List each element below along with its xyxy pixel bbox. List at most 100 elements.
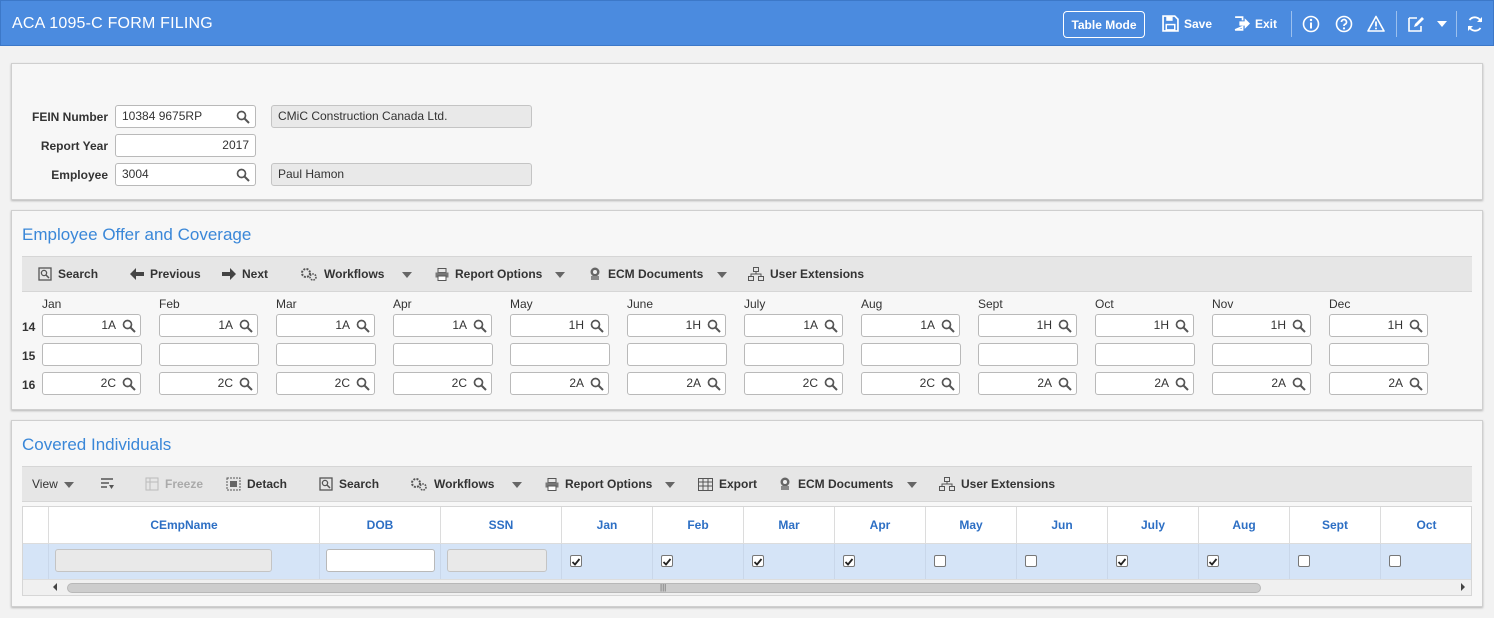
coverage-code-input[interactable]: 2A [510,372,609,395]
ssn-input[interactable] [447,549,547,572]
dob-input[interactable] [326,549,435,572]
horizontal-scrollbar[interactable]: ||| [23,579,1471,595]
coverage-code-input[interactable]: 1H [1329,314,1428,337]
previous-button[interactable]: Previous [130,267,201,281]
lookup-icon[interactable] [122,319,136,333]
covered-report-options-button[interactable]: Report Options [545,477,652,491]
lookup-icon[interactable] [473,377,487,391]
exit-button[interactable]: Exit [1233,15,1277,32]
coverage-code-input[interactable]: 2A [1212,372,1311,395]
lookup-icon[interactable] [941,377,955,391]
column-header[interactable]: July [1108,507,1199,544]
coverage-code-input[interactable]: 2C [159,372,258,395]
lookup-icon[interactable] [1058,377,1072,391]
month-checkbox[interactable] [1116,555,1128,567]
save-button[interactable]: Save [1162,15,1212,32]
coverage-code-input[interactable]: 2A [1095,372,1194,395]
view-menu[interactable]: View [32,477,74,491]
user-extensions-button[interactable]: User Extensions [748,267,864,281]
report-options-button[interactable]: Report Options [435,267,542,281]
month-checkbox[interactable] [1298,555,1310,567]
lookup-icon[interactable] [590,377,604,391]
column-header[interactable]: Aug [1199,507,1290,544]
lookup-icon[interactable] [941,319,955,333]
coverage-code-input[interactable]: 2C [42,372,141,395]
column-header[interactable]: Jan [562,507,653,544]
lookup-icon[interactable] [356,319,370,333]
next-button[interactable]: Next [222,267,268,281]
column-header[interactable]: DOB [320,507,441,544]
fein-search-icon[interactable] [236,110,250,124]
column-header[interactable]: Sept [1290,507,1381,544]
columns-icon[interactable] [100,477,116,492]
coverage-code-input[interactable] [1212,343,1312,366]
coverage-code-input[interactable]: 2A [627,372,726,395]
lookup-icon[interactable] [590,319,604,333]
lookup-icon[interactable] [824,377,838,391]
covered-user-extensions-button[interactable]: User Extensions [939,477,1055,491]
cempname-input[interactable] [55,549,272,572]
report-options-dropdown-icon[interactable] [555,272,565,278]
column-header[interactable]: Apr [835,507,926,544]
scroll-left-icon[interactable] [53,583,57,591]
column-header[interactable]: Mar [744,507,835,544]
edit-dropdown-icon[interactable] [1437,21,1447,27]
offer-search-button[interactable]: Search [38,267,98,281]
coverage-code-input[interactable]: 2C [393,372,492,395]
coverage-code-input[interactable]: 1H [1095,314,1194,337]
warning-icon[interactable] [1367,15,1385,33]
refresh-icon[interactable] [1466,15,1484,33]
lookup-icon[interactable] [1409,319,1423,333]
covered-workflows-button[interactable]: Workflows [410,477,494,491]
detach-button[interactable]: Detach [226,477,287,491]
coverage-code-input[interactable] [276,343,376,366]
workflows-dropdown-icon[interactable] [402,272,412,278]
month-checkbox[interactable] [1207,555,1219,567]
fein-input[interactable]: 10384 9675RP [115,105,256,128]
month-checkbox[interactable] [1389,555,1401,567]
coverage-code-input[interactable]: 1H [1212,314,1311,337]
column-header[interactable]: SSN [441,507,562,544]
help-icon[interactable] [1335,15,1353,33]
lookup-icon[interactable] [1175,377,1189,391]
covered-workflows-dropdown-icon[interactable] [512,482,522,488]
edit-icon[interactable] [1407,15,1425,33]
coverage-code-input[interactable] [861,343,961,366]
covered-report-options-dropdown-icon[interactable] [665,482,675,488]
month-checkbox[interactable] [934,555,946,567]
coverage-code-input[interactable]: 1H [978,314,1077,337]
coverage-code-input[interactable] [744,343,844,366]
coverage-code-input[interactable]: 1H [627,314,726,337]
coverage-code-input[interactable]: 1H [510,314,609,337]
lookup-icon[interactable] [1409,377,1423,391]
covered-ecm-button[interactable]: ECM Documents [778,477,893,491]
lookup-icon[interactable] [1292,319,1306,333]
coverage-code-input[interactable]: 2C [276,372,375,395]
report-year-input[interactable]: 2017 [115,134,256,157]
month-checkbox[interactable] [843,555,855,567]
coverage-code-input[interactable] [627,343,727,366]
coverage-code-input[interactable] [159,343,259,366]
column-header[interactable]: CEmpName [49,507,320,544]
lookup-icon[interactable] [356,377,370,391]
coverage-code-input[interactable]: 1A [276,314,375,337]
workflows-button[interactable]: Workflows [300,267,384,281]
lookup-icon[interactable] [824,319,838,333]
column-header[interactable]: May [926,507,1017,544]
info-icon[interactable] [1302,15,1320,33]
coverage-code-input[interactable] [42,343,142,366]
column-header[interactable]: Feb [653,507,744,544]
column-header[interactable]: Oct [1381,507,1471,544]
lookup-icon[interactable] [707,377,721,391]
lookup-icon[interactable] [1292,377,1306,391]
month-checkbox[interactable] [752,555,764,567]
table-mode-button[interactable]: Table Mode [1063,11,1145,38]
coverage-code-input[interactable] [510,343,610,366]
month-checkbox[interactable] [661,555,673,567]
coverage-code-input[interactable]: 1A [393,314,492,337]
coverage-code-input[interactable] [978,343,1078,366]
lookup-icon[interactable] [1175,319,1189,333]
coverage-code-input[interactable]: 1A [744,314,843,337]
coverage-code-input[interactable]: 2C [861,372,960,395]
scroll-right-icon[interactable] [1461,583,1465,591]
